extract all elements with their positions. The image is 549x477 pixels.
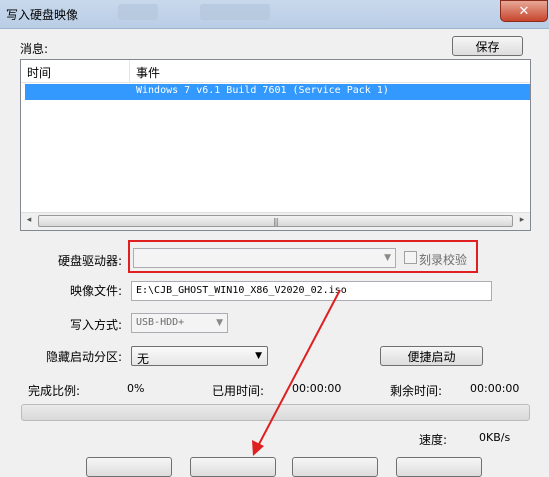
arrow-head xyxy=(252,440,264,456)
arrow-shaft xyxy=(257,289,341,447)
annotation-arrow xyxy=(252,289,341,456)
